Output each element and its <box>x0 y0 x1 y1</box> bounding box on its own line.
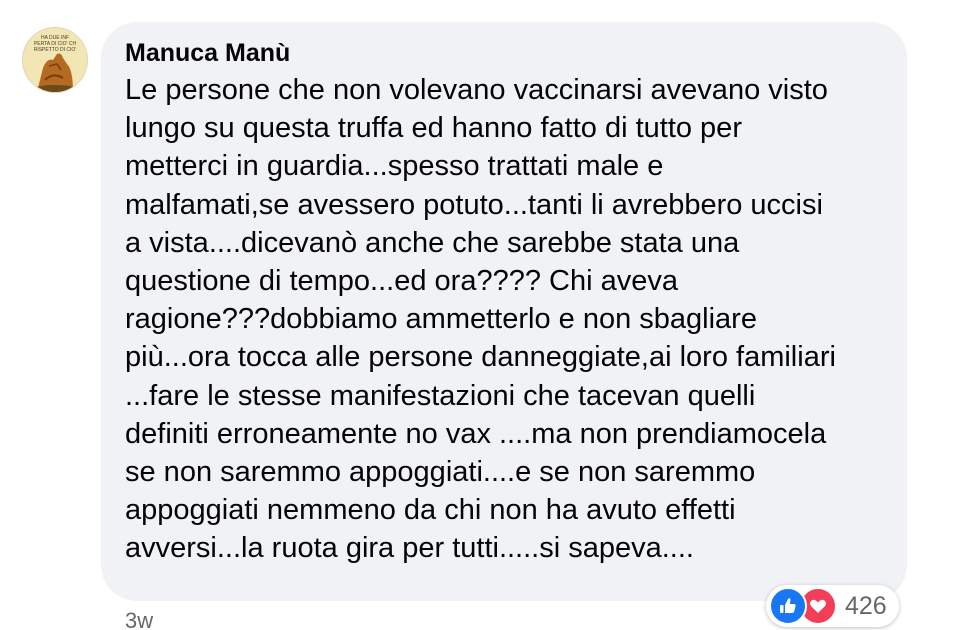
comment-line: a vista....dicevanò anche che sarebbe st… <box>125 226 740 259</box>
reactions-summary[interactable]: 426 <box>766 585 899 627</box>
comment-line: lungo su questa truffa ed hanno fatto di… <box>125 112 742 145</box>
comment-line: Le persone che non volevano vaccinarsi a… <box>125 74 828 106</box>
author-name[interactable]: Manuca Manù <box>125 39 290 68</box>
comment-body: Le persone che non volevano vaccinarsi a… <box>125 71 895 568</box>
thumbs-up-icon <box>769 587 807 625</box>
comment-line: malfamati,se avessero potuto...tanti li … <box>125 188 823 221</box>
comment-bubble: Manuca Manù Le persone che non volevano … <box>101 22 907 601</box>
comment-line: se non saremmo appoggiati....e se non sa… <box>125 456 756 489</box>
comment-line: ...fare le stesse manifestazioni che tac… <box>125 379 756 412</box>
comment: HA DUE INF PERTA DI CIO' CH RISPETTO DI … <box>0 0 956 630</box>
comment-line: questione di tempo...ed ora???? Chi avev… <box>125 265 678 298</box>
avatar[interactable]: HA DUE INF PERTA DI CIO' CH RISPETTO DI … <box>22 27 88 93</box>
comment-line: metterci in guardia...spesso trattati ma… <box>125 150 664 183</box>
comment-timestamp[interactable]: 3w <box>125 608 153 630</box>
reaction-count: 426 <box>845 591 887 620</box>
comment-line: più...ora tocca alle persone danneggiate… <box>125 341 836 374</box>
comment-line: appoggiati nemmeno da chi non ha avuto e… <box>125 494 736 527</box>
comment-line: definiti erroneamente no vax ....ma non … <box>125 417 827 450</box>
comment-line: avversi...la ruota gira per tutti.....si… <box>125 532 694 565</box>
avatar-caption-line: RISPETTO DI CIO' <box>34 47 77 53</box>
avatar-image: HA DUE INF PERTA DI CIO' CH RISPETTO DI … <box>23 28 87 92</box>
comment-line: ragione???dobbiamo ammetterlo e non sbag… <box>125 303 757 336</box>
